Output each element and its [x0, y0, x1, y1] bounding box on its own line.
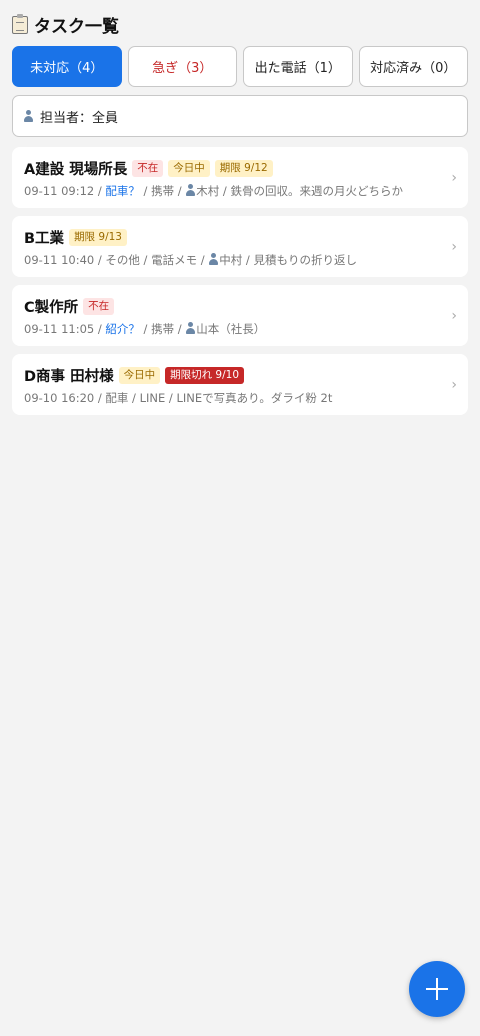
chevron-right-icon: › — [451, 169, 457, 186]
task-channel: LINE — [139, 391, 166, 405]
task-category: その他 — [105, 253, 140, 267]
person-icon — [185, 184, 196, 196]
task-meta: 09-10 16:20 / 配車 / LINE / LINEで写真あり。ダライ粉… — [24, 390, 438, 406]
task-card[interactable]: D商事 田村様 今日中 期限切れ 9/10 09-10 16:20 / 配車 /… — [12, 354, 468, 415]
person-icon — [23, 110, 34, 122]
task-channel: 携帯 — [151, 184, 175, 198]
task-category-link[interactable]: 紹介？ — [105, 322, 140, 336]
plus-icon — [426, 978, 448, 1000]
task-note: LINEで写真あり。ダライ粉 2t — [176, 391, 333, 405]
task-title-row: B工業 期限 9/13 — [24, 228, 438, 247]
clipboard-icon — [12, 13, 28, 34]
separator: / — [174, 322, 186, 336]
task-title: D商事 田村様 — [24, 369, 114, 385]
tab-urgent[interactable]: 急ぎ（3） — [127, 46, 237, 87]
task-datetime: 09-10 16:20 — [24, 391, 95, 405]
due-badge: 期限 9/12 — [214, 160, 273, 177]
today-badge: 今日中 — [118, 367, 161, 384]
task-category: 配車 — [105, 391, 129, 405]
absent-badge: 不在 — [83, 298, 115, 315]
task-title-row: C製作所 不在 — [24, 297, 438, 316]
page-title: タスク一覧 — [34, 17, 119, 37]
task-list-screen: タスク一覧 未対応（4） 急ぎ（3） 出た電話（1） 対応済み（0） 担当者：全… — [0, 0, 480, 1036]
task-category-link[interactable]: 配車？ — [105, 184, 140, 198]
task-assignee: 木村 — [196, 184, 220, 198]
task-datetime: 09-11 09:12 — [24, 184, 95, 198]
task-title: B工業 — [24, 231, 65, 247]
separator: / — [174, 184, 186, 198]
task-card[interactable]: C製作所 不在 09-11 11:05 / 紹介？ / 携帯 / 山本（社長） … — [12, 285, 468, 346]
separator: / — [128, 391, 140, 405]
assignee-filter-label: 担当者：全員 — [40, 110, 119, 126]
task-meta: 09-11 11:05 / 紹介？ / 携帯 / 山本（社長） — [24, 321, 438, 337]
page-header: タスク一覧 — [12, 12, 119, 37]
task-datetime: 09-11 10:40 — [24, 253, 95, 267]
tab-calls-made[interactable]: 出た電話（1） — [243, 46, 353, 87]
task-channel: 携帯 — [151, 322, 175, 336]
tab-done[interactable]: 対応済み（0） — [358, 46, 468, 87]
task-card[interactable]: A建設 現場所長 不在 今日中 期限 9/12 09-11 09:12 / 配車… — [12, 147, 468, 208]
task-title: C製作所 — [24, 300, 79, 316]
chevron-right-icon: › — [451, 307, 457, 324]
task-card[interactable]: B工業 期限 9/13 09-11 10:40 / その他 / 電話メモ / 中… — [12, 216, 468, 277]
separator: / — [94, 253, 106, 267]
separator: / — [219, 184, 231, 198]
separator: / — [242, 253, 254, 267]
due-badge: 期限 9/13 — [69, 229, 127, 246]
separator: / — [139, 184, 152, 198]
chevron-right-icon: › — [451, 238, 457, 255]
separator: / — [94, 322, 106, 336]
task-assignee: 山本（社長） — [196, 322, 266, 336]
assignee-filter[interactable]: 担当者：全員 — [12, 95, 468, 137]
person-icon — [208, 253, 219, 265]
separator: / — [197, 253, 209, 267]
task-title-row: D商事 田村様 今日中 期限切れ 9/10 — [24, 366, 438, 385]
separator: / — [94, 391, 106, 405]
status-tabs: 未対応（4） 急ぎ（3） 出た電話（1） 対応済み（0） — [12, 46, 468, 87]
separator: / — [94, 184, 106, 198]
today-badge: 今日中 — [168, 160, 210, 177]
task-meta: 09-11 10:40 / その他 / 電話メモ / 中村 / 見積もりの折り返… — [24, 252, 438, 268]
task-channel: 電話メモ — [151, 253, 198, 267]
task-note: 見積もりの折り返し — [253, 253, 357, 267]
separator: / — [139, 322, 152, 336]
task-meta: 09-11 09:12 / 配車？ / 携帯 / 木村 / 鉄骨の回収。来週の月… — [24, 183, 438, 199]
chevron-right-icon: › — [451, 376, 457, 393]
overdue-badge: 期限切れ 9/10 — [165, 367, 245, 384]
task-list: A建設 現場所長 不在 今日中 期限 9/12 09-11 09:12 / 配車… — [12, 147, 468, 423]
absent-badge: 不在 — [132, 160, 164, 177]
task-assignee: 中村 — [219, 253, 243, 267]
add-task-button[interactable] — [409, 961, 465, 1017]
task-datetime: 09-11 11:05 — [24, 322, 95, 336]
task-note: 鉄骨の回収。来週の月火どちらか — [230, 184, 403, 198]
separator: / — [165, 391, 177, 405]
tab-unhandled[interactable]: 未対応（4） — [12, 46, 122, 87]
person-icon — [185, 322, 196, 334]
task-title-row: A建設 現場所長 不在 今日中 期限 9/12 — [24, 159, 438, 178]
separator: / — [139, 253, 152, 267]
task-title: A建設 現場所長 — [24, 162, 128, 178]
